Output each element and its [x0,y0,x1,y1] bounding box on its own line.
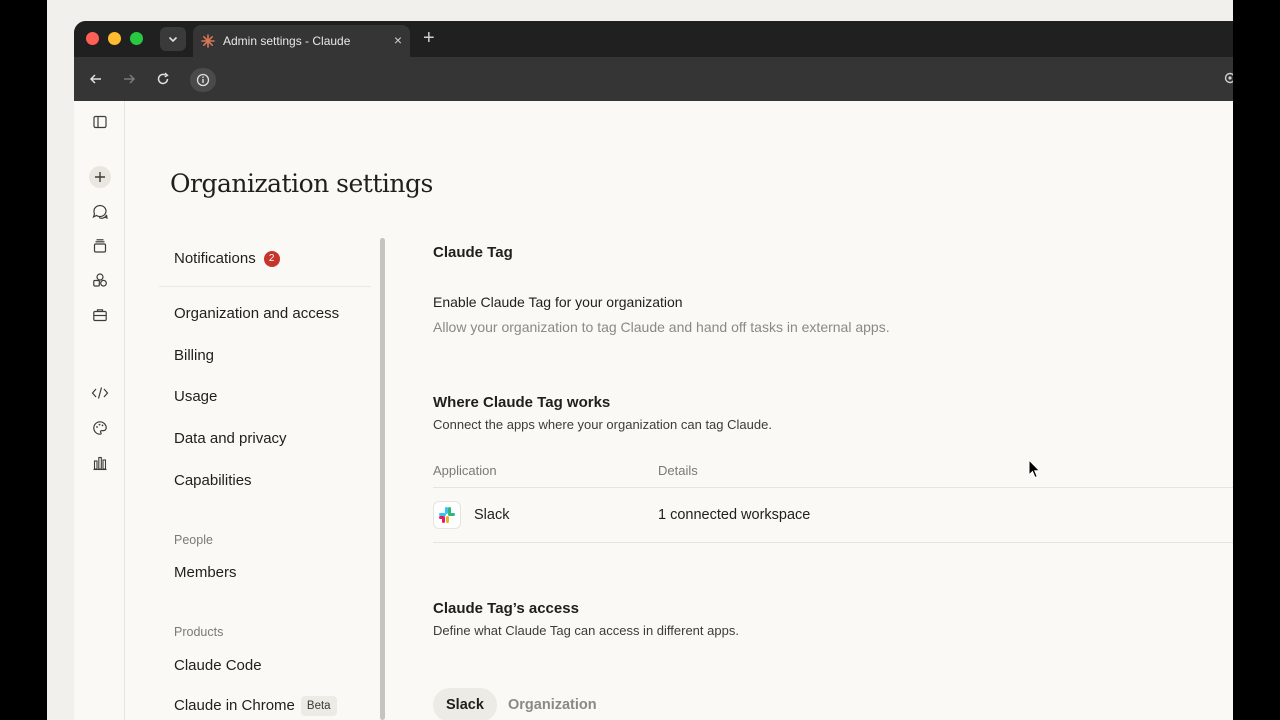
where-works-description: Connect the apps where your organization… [433,417,772,432]
customize-button[interactable] [89,417,111,439]
code-icon [91,387,109,399]
browser-toolbar [74,57,1233,101]
nav-section-products: Products [174,625,224,639]
nav-item-claude-code[interactable]: Claude Code [174,657,262,674]
beta-badge: Beta [300,696,337,716]
code-button[interactable] [89,382,111,404]
new-chat-button[interactable] [89,166,111,188]
nav-item-organization-and-access[interactable]: Organization and access [174,305,339,322]
browser-window: Admin settings - Claude × + Organization… [74,21,1233,720]
nav-scrollbar[interactable] [380,238,385,720]
nav-item-capabilities[interactable]: Capabilities [174,472,252,489]
claude-logo-icon [201,34,215,48]
bar-chart-icon [93,456,107,471]
enable-claude-tag-label: Enable Claude Tag for your organization [433,294,683,310]
projects-button[interactable] [89,235,111,257]
column-header-details: Details [658,463,698,478]
palette-icon [93,421,107,435]
close-window-button[interactable] [86,32,99,45]
app-details: 1 connected workspace [658,507,811,523]
tab-search-button[interactable] [160,27,186,51]
nav-item-label: Notifications [174,250,256,267]
stack-icon [93,239,107,253]
chats-button[interactable] [89,201,111,223]
table-row-divider [433,542,1233,543]
arrow-left-icon [89,74,101,84]
nav-item-label: Claude in Chrome [174,697,295,714]
nav-item-usage[interactable]: Usage [174,388,217,405]
forward-button[interactable] [120,70,138,88]
tab-bar: Admin settings - Claude × + [74,21,1233,57]
tab-admin-settings[interactable]: Admin settings - Claude × [193,25,410,57]
nav-divider [159,286,371,287]
new-tab-button[interactable]: + [423,27,435,49]
page-content: Organization settings Notifications 2 Org… [74,101,1233,720]
chevron-down-icon [168,36,178,43]
column-header-application: Application [433,463,497,478]
app-sidebar [74,101,125,720]
nav-item-claude-in-chrome[interactable]: Claude in Chrome Beta [174,696,337,716]
chat-bubbles-icon [92,204,108,219]
access-title: Claude Tag’s access [433,600,579,617]
briefcase-icon [93,309,107,322]
section-title-claude-tag: Claude Tag [433,244,513,261]
maximize-window-button[interactable] [130,32,143,45]
info-icon [196,73,210,87]
enable-claude-tag-description: Allow your organization to tag Claude an… [433,319,890,335]
close-tab-icon[interactable]: × [394,32,402,48]
nav-item-data-and-privacy[interactable]: Data and privacy [174,430,287,447]
mouse-cursor-icon [1028,459,1041,479]
access-description: Define what Claude Tag can access in dif… [433,623,739,638]
nav-section-people: People [174,533,213,547]
analytics-button[interactable] [89,452,111,474]
main-panel: Claude Tag Enable Claude Tag for your or… [433,101,1233,720]
tab-title: Admin settings - Claude [223,34,351,48]
where-works-title: Where Claude Tag works [433,394,611,411]
notification-count-badge: 2 [263,251,280,267]
shapes-icon [93,273,107,287]
page-title: Organization settings [170,169,433,198]
tab-slack[interactable]: Slack [433,688,497,720]
reload-icon [157,72,169,85]
plus-icon [95,172,105,182]
nav-item-billing[interactable]: Billing [174,347,214,364]
table-header-divider [433,487,1233,488]
lens-icon[interactable] [1223,71,1233,85]
nav-item-members[interactable]: Members [174,564,237,581]
toggle-sidebar-button[interactable] [89,111,111,133]
slack-logo-icon [433,501,461,529]
screen-edge [1233,0,1280,720]
tab-organization[interactable]: Organization [495,688,610,720]
artifacts-button[interactable] [89,269,111,291]
app-name: Slack [474,507,510,523]
nav-item-notifications[interactable]: Notifications 2 [174,250,280,267]
site-info-button[interactable] [190,68,216,92]
toolbox-button[interactable] [89,304,111,326]
reload-button[interactable] [154,70,172,88]
arrow-right-icon [124,74,136,84]
back-button[interactable] [87,70,105,88]
minimize-window-button[interactable] [108,32,121,45]
sidebar-icon [93,115,107,129]
